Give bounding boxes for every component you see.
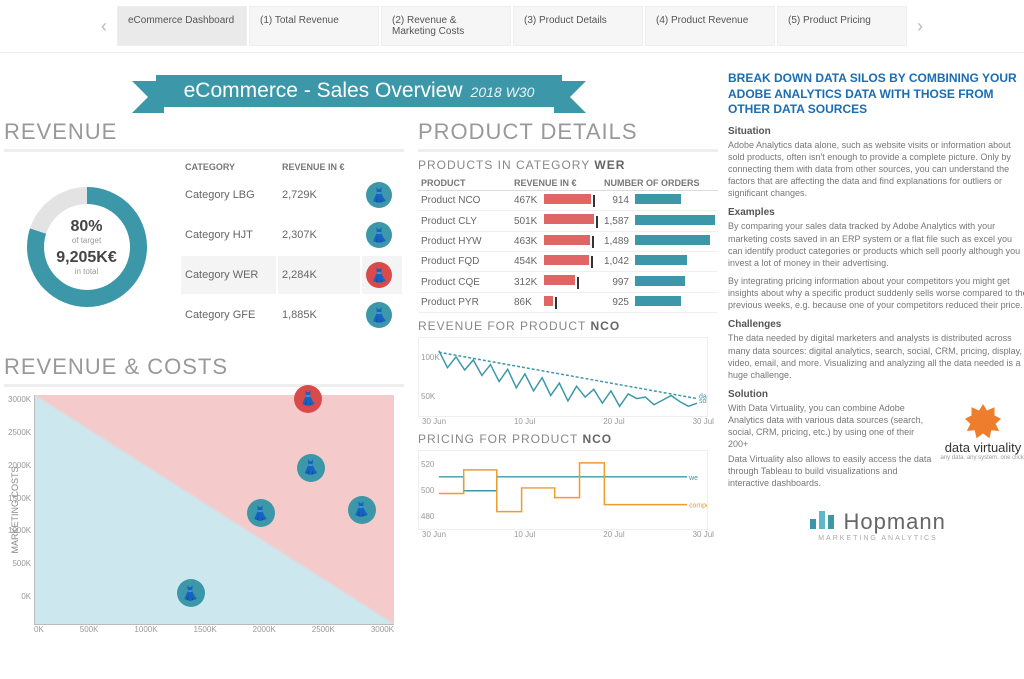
product-table: PRODUCT REVENUE IN € NUMBER OF ORDERS Pr… [418, 176, 718, 313]
category-table: CATEGORY REVENUE IN € Category LBG2,729K… [179, 158, 404, 336]
category-row[interactable]: Category WER2,284K👗 [181, 256, 402, 294]
cat-col-category: CATEGORY [181, 160, 276, 174]
dress-icon: 👗 [366, 222, 392, 248]
svg-text:dashed: dashed [699, 394, 707, 401]
scatter-point[interactable]: 👗 [348, 496, 376, 524]
product-row[interactable]: Product CLY501K1,587 [418, 211, 718, 231]
donut-pct-label: of target [72, 236, 101, 245]
sidebar-p-challenges: The data needed by digital marketers and… [728, 332, 1024, 381]
banner-subtitle: 2018 W30 [471, 84, 535, 100]
heading-product-details: PRODUCT DETAILS [418, 115, 718, 152]
sidebar-p-examples2: By integrating pricing information about… [728, 275, 1024, 311]
dress-icon: 👗 [366, 302, 392, 328]
cat-col-revenue: REVENUE IN € [278, 160, 360, 174]
hopmann-logo: Hopmann MARKETING ANALYTICS [728, 509, 1024, 542]
donut-chart[interactable]: 80% of target 9,205K€ in total [4, 179, 169, 315]
product-row[interactable]: Product FQD454K1,042 [418, 252, 718, 272]
product-row[interactable]: Product HYW463K1,489 [418, 231, 718, 251]
heading-revenue: REVENUE [4, 115, 404, 152]
dress-icon: 👗 [366, 262, 392, 288]
category-row[interactable]: Category HJT2,307K👗 [181, 216, 402, 254]
category-row[interactable]: Category LBG2,729K👗 [181, 176, 402, 214]
prod-col-orders: NUMBER OF ORDERS [601, 176, 718, 191]
prod-col-name: PRODUCT [418, 176, 511, 191]
heading-revenue-costs: REVENUE & COSTS [4, 350, 404, 387]
scatter-point[interactable]: 👗 [297, 454, 325, 482]
tab-bar: ‹ eCommerce Dashboard(1) Total Revenue(2… [0, 0, 1024, 53]
svg-text:competitor5: competitor5 [689, 503, 707, 510]
sidebar-h-situation: Situation [728, 126, 1024, 137]
scatter-chart[interactable]: 👗👗👗👗👗 [34, 395, 394, 625]
tab-5[interactable]: (5) Product Pricing [777, 6, 907, 46]
sidebar-headline: BREAK DOWN DATA SILOS BY COMBINING YOUR … [728, 71, 1024, 118]
category-row[interactable]: Category GFE1,885K👗 [181, 296, 402, 334]
sidebar-h-solution: Solution [728, 389, 1024, 400]
product-row[interactable]: Product PYR86K925 [418, 292, 718, 312]
scatter-point[interactable]: 👗 [177, 579, 205, 607]
page-title-banner: eCommerce - Sales Overview 2018 W30 [156, 75, 563, 107]
subheading-revenue-for-product: REVENUE FOR PRODUCT NCO [418, 319, 718, 333]
sidebar-p-situation: Adobe Analytics data alone, such as webs… [728, 139, 1024, 200]
prod-col-revenue: REVENUE IN € [511, 176, 601, 191]
burst-icon [965, 404, 1001, 440]
pricing-line-chart[interactable]: 520500480 wecompetitor5 [418, 450, 708, 530]
scatter-point[interactable]: 👗 [247, 499, 275, 527]
revenue-line-chart[interactable]: 100K50K soliddashed [418, 337, 708, 417]
subheading-products-in-cat: PRODUCTS IN CATEGORY WER [418, 158, 718, 172]
donut-pct: 80% [70, 218, 102, 236]
banner-title: eCommerce - Sales Overview [184, 79, 463, 103]
svg-text:we: we [688, 475, 698, 482]
subheading-pricing-for-product: PRICING FOR PRODUCT NCO [418, 432, 718, 446]
data-virtuality-logo: data virtuality any data. any system. on… [938, 404, 1024, 461]
sidebar-p-examples1: By comparing your sales data tracked by … [728, 220, 1024, 269]
dress-icon: 👗 [366, 182, 392, 208]
donut-total-label: in total [75, 267, 99, 276]
tab-next-arrow[interactable]: › [909, 16, 931, 37]
product-row[interactable]: Product NCO467K914 [418, 191, 718, 211]
tab-0[interactable]: eCommerce Dashboard [117, 6, 247, 46]
tab-1[interactable]: (1) Total Revenue [249, 6, 379, 46]
sidebar-h-examples: Examples [728, 207, 1024, 218]
tab-3[interactable]: (3) Product Details [513, 6, 643, 46]
sidebar-h-challenges: Challenges [728, 319, 1024, 330]
tab-4[interactable]: (4) Product Revenue [645, 6, 775, 46]
donut-total: 9,205K€ [56, 249, 117, 267]
tab-2[interactable]: (2) Revenue & Marketing Costs [381, 6, 511, 46]
tab-prev-arrow[interactable]: ‹ [93, 16, 115, 37]
scatter-point[interactable]: 👗 [294, 385, 322, 413]
product-row[interactable]: Product CQE312K997 [418, 272, 718, 292]
